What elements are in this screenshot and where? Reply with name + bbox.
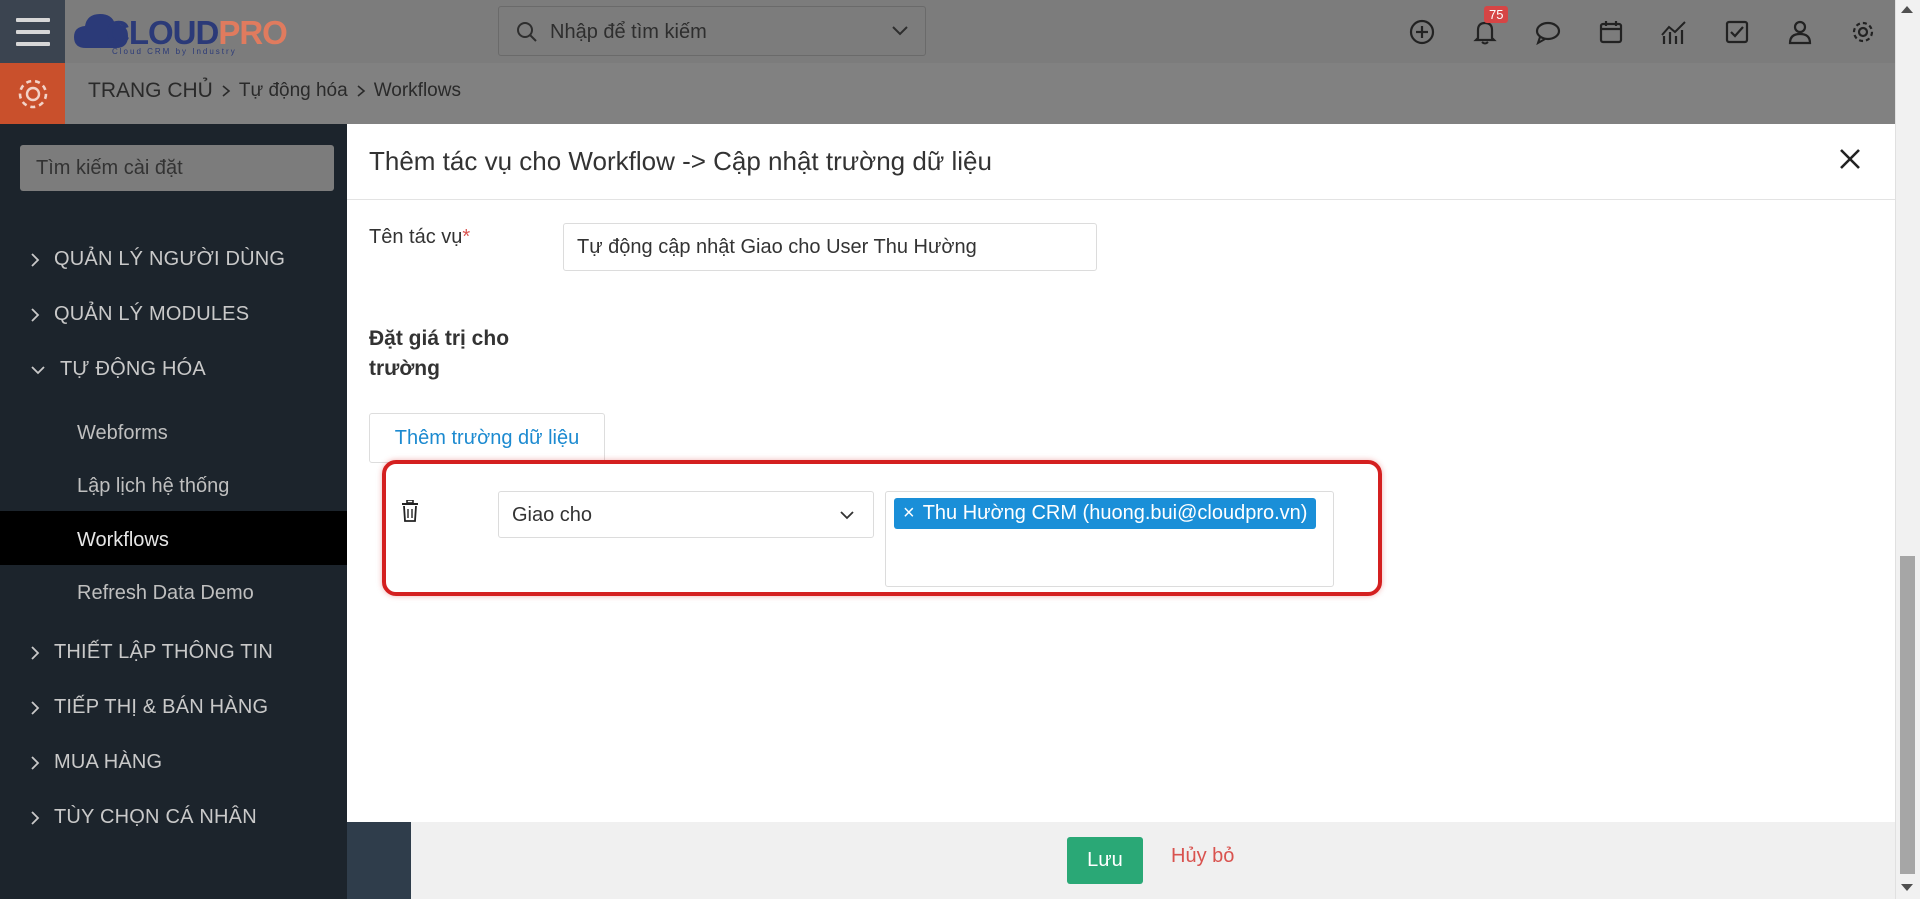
settings-sidebar: Tìm kiếm cài đặt QUẢN LÝ NGƯỜI DÙNG QUẢN… [0,124,347,899]
close-icon[interactable] [1835,144,1865,174]
task-name-label: Tên tác vụ* [369,226,471,248]
sidebar-item-user-management[interactable]: QUẢN LÝ NGƯỜI DÙNG [30,248,285,271]
calendar-icon[interactable] [1596,17,1626,47]
top-navbar: CLOUDPRO Cloud CRM by Industry Nhập để t… [0,0,1895,63]
field-select[interactable]: Giao cho [498,491,874,538]
tag-remove-icon[interactable]: × [903,502,915,525]
modal-footer: Lưu Hủy bỏ [347,822,1895,899]
trash-icon[interactable] [401,500,419,522]
sidebar-item-info-setup[interactable]: THIẾT LẬP THÔNG TIN [30,641,273,664]
plus-circle-icon[interactable] [1407,17,1437,47]
chevron-right-icon [31,307,40,322]
sidebar-item-purchasing[interactable]: MUA HÀNG [30,751,162,774]
hamburger-menu-icon[interactable] [0,0,65,63]
global-search-input[interactable]: Nhập để tìm kiếm [498,6,926,56]
search-icon [517,22,537,42]
logo-tagline: Cloud CRM by Industry [112,47,237,56]
chat-icon[interactable] [1533,17,1563,47]
save-button[interactable]: Lưu [1067,837,1143,884]
sidebar-subitem-workflows[interactable]: Workflows [77,529,169,552]
chevron-right-icon [31,700,40,715]
chevron-down-icon [31,365,45,374]
gear-icon[interactable] [1848,17,1878,47]
footer-sidebar-edge [347,822,411,899]
chevron-down-icon [840,511,854,520]
sidebar-active-row [0,511,347,565]
breadcrumb-automation[interactable]: Tự động hóa [239,80,348,102]
cancel-link[interactable]: Hủy bỏ [1171,845,1234,868]
selected-user-tag: × Thu Hường CRM (huong.bui@cloudpro.vn) [894,498,1317,529]
settings-search-input[interactable]: Tìm kiếm cài đặt [20,145,334,191]
chart-icon[interactable] [1659,17,1689,47]
sidebar-item-automation[interactable]: TỰ ĐỘNG HÓA [30,358,206,381]
required-mark: * [462,226,471,248]
breadcrumb-home[interactable]: TRANG CHỦ [88,79,213,103]
add-task-modal: Thêm tác vụ cho Workflow -> Cập nhật trư… [347,124,1895,822]
chevron-right-icon [31,810,40,825]
chevron-down-icon[interactable] [891,25,909,37]
field-select-value: Giao cho [512,504,593,526]
scroll-up-arrow-icon[interactable] [1901,6,1913,13]
set-field-value-heading: Đặt giá trị cho trường [369,327,510,380]
notification-badge: 75 [1484,6,1509,23]
sidebar-item-modules[interactable]: QUẢN LÝ MODULES [30,303,249,326]
task-name-input[interactable]: Tự động cập nhật Giao cho User Thu Hường [563,223,1097,271]
scroll-down-arrow-icon[interactable] [1901,884,1913,891]
user-icon[interactable] [1785,17,1815,47]
search-placeholder: Nhập để tìm kiếm [550,21,707,43]
sidebar-subitem-refresh-demo[interactable]: Refresh Data Demo [77,582,254,605]
tag-label: Thu Hường CRM (huong.bui@cloudpro.vn) [922,502,1308,524]
breadcrumb-workflows[interactable]: Workflows [374,80,461,102]
task-check-icon[interactable] [1722,17,1752,47]
cloudpro-logo[interactable]: CLOUDPRO Cloud CRM by Industry [72,4,302,60]
sidebar-item-marketing-sales[interactable]: TIẾP THỊ & BÁN HÀNG [30,696,268,719]
add-field-button[interactable]: Thêm trường dữ liệu [369,413,605,463]
chevron-right-icon [31,755,40,770]
modal-header: Thêm tác vụ cho Workflow -> Cập nhật trư… [347,124,1895,200]
sidebar-item-personal-options[interactable]: TÙY CHỌN CÁ NHÂN [30,806,257,829]
chevron-right-icon [31,252,40,267]
chevron-right-icon [222,85,231,97]
chevron-right-icon [31,645,40,660]
scrollbar-thumb[interactable] [1900,556,1915,874]
breadcrumb: TRANG CHỦ Tự động hóa Workflows [88,79,461,103]
chevron-right-icon [357,85,365,97]
breadcrumb-bar: TRANG CHỦ Tự động hóa Workflows [0,63,1895,124]
assignee-multiselect[interactable]: × Thu Hường CRM (huong.bui@cloudpro.vn) [885,491,1334,587]
settings-gear-icon[interactable] [0,63,65,124]
sidebar-subitem-scheduler[interactable]: Lập lịch hệ thống [77,475,229,498]
sidebar-subitem-webforms[interactable]: Webforms [77,422,168,445]
modal-title: Thêm tác vụ cho Workflow -> Cập nhật trư… [369,146,992,176]
